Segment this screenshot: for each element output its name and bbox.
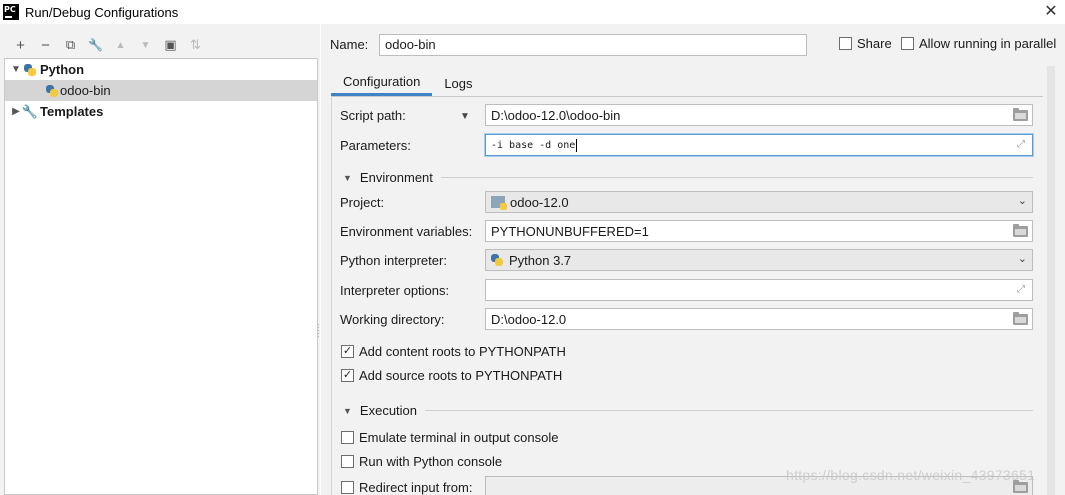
- parameters-label: Parameters:: [340, 138, 411, 153]
- config-toolbar: + − ⧉ 🔧 ▲ ▼ ▣ ⇅: [0, 33, 320, 57]
- chevron-down-icon[interactable]: ▼: [343, 406, 352, 416]
- interp-options-label: Interpreter options:: [340, 283, 450, 298]
- environment-section-label: Environment: [359, 170, 433, 185]
- minus-icon[interactable]: −: [33, 34, 58, 56]
- project-select[interactable]: odoo-12.0 ⌄: [485, 191, 1033, 213]
- wrench-icon: 🔧: [21, 103, 39, 119]
- close-icon[interactable]: ✕: [1043, 3, 1059, 20]
- checkbox-box[interactable]: [341, 481, 354, 494]
- execution-section-header[interactable]: ▼ Execution: [343, 403, 1033, 418]
- script-path-label: Script path:: [340, 108, 406, 123]
- python-console-label: Run with Python console: [359, 454, 503, 469]
- expand-icon[interactable]: ⤢: [1015, 139, 1027, 151]
- parameters-value: -i base -d one: [491, 139, 576, 151]
- configuration-content: Script path: ▼ D:\odoo-12.0\odoo-bin Par…: [331, 96, 1043, 495]
- interpreter-select[interactable]: Python 3.7 ⌄: [485, 249, 1033, 271]
- python-icon: [23, 63, 37, 77]
- interp-options-input[interactable]: ⤢: [485, 279, 1033, 301]
- folder-icon[interactable]: [1013, 312, 1028, 325]
- parallel-checkbox[interactable]: Allow running in parallel: [901, 36, 1056, 51]
- checkbox-box[interactable]: [901, 37, 914, 50]
- tree-item-label: Templates: [40, 104, 104, 119]
- env-vars-input[interactable]: PYTHONUNBUFFERED=1: [485, 220, 1033, 242]
- checkbox-box[interactable]: [341, 431, 354, 444]
- project-folder-icon: [491, 196, 507, 210]
- script-path-input[interactable]: D:\odoo-12.0\odoo-bin: [485, 104, 1033, 126]
- environment-section-header[interactable]: ▼ Environment: [343, 170, 1033, 185]
- divider: [440, 177, 1033, 178]
- redirect-input-checkbox[interactable]: Redirect input from:: [341, 480, 472, 495]
- folder-icon[interactable]: [1013, 108, 1028, 121]
- checkbox-checked[interactable]: ✓: [341, 345, 354, 358]
- content-roots-checkbox[interactable]: ✓ Add content roots to PYTHONPATH: [341, 344, 566, 359]
- chevron-down-icon[interactable]: ⌄: [1018, 194, 1027, 207]
- env-vars-label: Environment variables:: [340, 224, 473, 239]
- python-icon: [491, 253, 504, 267]
- redirect-input-label: Redirect input from:: [359, 480, 473, 495]
- tab-logs[interactable]: Logs: [432, 70, 484, 96]
- tree-item-python[interactable]: ▼ Python: [5, 59, 317, 80]
- tree-item-templates[interactable]: ▶ 🔧 Templates: [5, 101, 317, 122]
- share-checkbox[interactable]: Share: [839, 36, 892, 51]
- interpreter-label: Python interpreter:: [340, 253, 447, 268]
- pycharm-logo-icon: PC: [3, 4, 19, 20]
- scrollbar[interactable]: [1047, 66, 1055, 495]
- chevron-down-icon[interactable]: ▼: [9, 63, 23, 77]
- divider: [425, 410, 1033, 411]
- chevron-down-icon[interactable]: ▼: [460, 111, 470, 122]
- tab-bar: Configuration Logs: [331, 70, 485, 96]
- python-icon: [45, 84, 59, 98]
- working-dir-value: D:\odoo-12.0: [491, 311, 567, 327]
- checkbox-box[interactable]: [341, 455, 354, 468]
- share-label: Share: [857, 36, 892, 51]
- source-roots-label: Add source roots to PYTHONPATH: [359, 368, 563, 383]
- chevron-down-icon[interactable]: ▼: [343, 173, 352, 183]
- window-title: Run/Debug Configurations: [25, 4, 179, 20]
- arrow-down-icon[interactable]: ▼: [133, 34, 158, 56]
- watermark-text: https://blog.csdn.net/weixin_43973651: [786, 467, 1036, 483]
- tree-item-label: Python: [40, 62, 85, 77]
- tree-item-odoo-bin[interactable]: odoo-bin: [5, 80, 317, 101]
- execution-section-label: Execution: [359, 403, 418, 418]
- plus-icon[interactable]: +: [8, 34, 33, 56]
- parameters-input[interactable]: -i base -d one ⤢: [485, 134, 1033, 156]
- project-label: Project:: [340, 195, 385, 210]
- tab-configuration[interactable]: Configuration: [331, 70, 433, 96]
- working-dir-input[interactable]: D:\odoo-12.0: [485, 308, 1033, 330]
- checkbox-checked[interactable]: ✓: [341, 369, 354, 382]
- name-label: Name:: [330, 37, 369, 52]
- expand-icon[interactable]: ⤢: [1015, 284, 1027, 296]
- parallel-label: Allow running in parallel: [919, 36, 1057, 51]
- project-value: odoo-12.0: [510, 194, 569, 210]
- sort-icon[interactable]: ⇅: [183, 34, 208, 56]
- emulate-terminal-label: Emulate terminal in output console: [359, 430, 559, 445]
- config-tree: ▼ Python odoo-bin ▶ 🔧 Templates: [4, 58, 318, 495]
- wrench-icon[interactable]: 🔧: [83, 34, 108, 56]
- chevron-down-icon[interactable]: ⌄: [1018, 252, 1027, 265]
- text-cursor: [576, 138, 578, 152]
- folder-icon[interactable]: [1013, 224, 1028, 237]
- chevron-right-icon[interactable]: ▶: [9, 105, 23, 119]
- working-dir-label: Working directory:: [340, 312, 445, 327]
- copy-icon[interactable]: ⧉: [58, 34, 83, 56]
- content-roots-label: Add content roots to PYTHONPATH: [359, 344, 566, 359]
- source-roots-checkbox[interactable]: ✓ Add source roots to PYTHONPATH: [341, 368, 562, 383]
- python-console-checkbox[interactable]: Run with Python console: [341, 454, 502, 469]
- tree-item-label: odoo-bin: [60, 83, 111, 98]
- emulate-terminal-checkbox[interactable]: Emulate terminal in output console: [341, 430, 558, 445]
- name-input[interactable]: odoo-bin: [379, 34, 807, 56]
- checkbox-box[interactable]: [839, 37, 852, 50]
- folder-icon[interactable]: [1013, 480, 1028, 493]
- title-bar: PC Run/Debug Configurations ✕: [0, 0, 1065, 24]
- env-vars-value: PYTHONUNBUFFERED=1: [491, 223, 649, 239]
- arrow-up-icon[interactable]: ▲: [108, 34, 133, 56]
- folder-add-icon[interactable]: ▣: [158, 34, 183, 56]
- right-panel: Name: odoo-bin Share Allow running in pa…: [321, 24, 1065, 495]
- script-path-value: D:\odoo-12.0\odoo-bin: [491, 107, 621, 123]
- app-logo-text: PC: [4, 5, 16, 14]
- left-panel: + − ⧉ 🔧 ▲ ▼ ▣ ⇅ ▼ Python odoo-bin ▶ 🔧 Te…: [0, 24, 320, 495]
- interpreter-value: Python 3.7: [509, 252, 572, 268]
